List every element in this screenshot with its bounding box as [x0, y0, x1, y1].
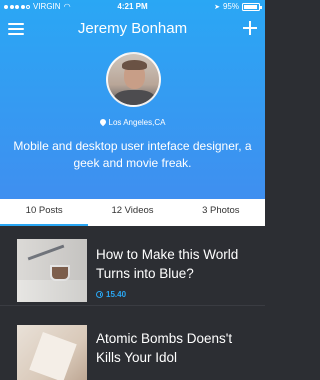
battery-icon: [242, 2, 262, 11]
profile-tabs: 10 Posts 12 Videos 3 Photos: [0, 199, 265, 226]
location-pin-icon: [100, 119, 106, 127]
nav-bar: Jeremy Bonham: [0, 14, 265, 44]
page-title: Jeremy Bonham: [77, 20, 188, 37]
tab-photos[interactable]: 3 Photos: [177, 199, 265, 226]
location: Los Angeles,CA: [0, 118, 265, 127]
battery-percent: 95%: [222, 2, 239, 11]
battery-info: ➤ 95%: [214, 2, 262, 11]
menu-icon[interactable]: [8, 23, 24, 35]
post-time-label: 15.40: [106, 290, 127, 299]
profile-header: VIRGIN ◠ 4:21 PM ➤ 95% Jeremy Bonham Los…: [0, 0, 265, 199]
tab-videos[interactable]: 12 Videos: [88, 199, 176, 226]
post-item[interactable]: How to Make this World Turns into Blue? …: [0, 226, 265, 306]
post-thumbnail: [17, 239, 87, 302]
avatar[interactable]: [106, 52, 161, 107]
location-label: Los Angeles,CA: [108, 118, 166, 127]
post-time: 15.40: [96, 290, 126, 299]
clock-icon: [96, 291, 103, 298]
post-item[interactable]: Atomic Bombs Doens't Kills Your Idol: [0, 312, 265, 380]
location-arrow-icon: ➤: [214, 3, 220, 11]
add-icon[interactable]: [243, 21, 257, 35]
post-title: Atomic Bombs Doens't Kills Your Idol: [96, 331, 233, 365]
status-bar: VIRGIN ◠ 4:21 PM ➤ 95%: [0, 0, 265, 14]
posts-feed: How to Make this World Turns into Blue? …: [0, 226, 265, 380]
post-title: How to Make this World Turns into Blue?: [96, 247, 239, 281]
profile-bio: Mobile and desktop user inteface designe…: [13, 139, 252, 170]
tab-posts[interactable]: 10 Posts: [0, 199, 89, 226]
post-thumbnail: [17, 325, 87, 380]
